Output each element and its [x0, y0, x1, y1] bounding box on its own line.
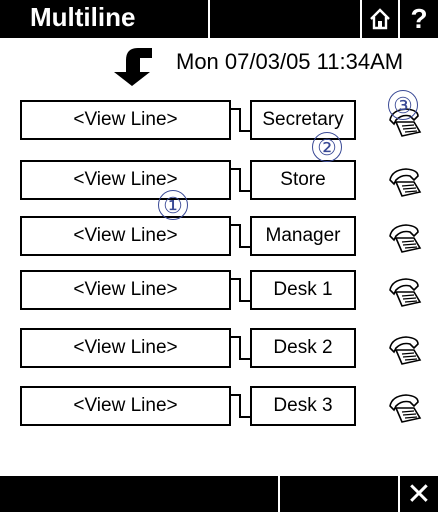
line-row: <View Line> Desk 3: [0, 386, 438, 430]
help-button[interactable]: ?: [400, 0, 438, 38]
line-label-button[interactable]: Manager: [250, 216, 356, 256]
view-line-button[interactable]: <View Line>: [20, 216, 231, 256]
page-title: Multiline: [30, 2, 136, 32]
close-button[interactable]: ✕: [400, 476, 438, 512]
line-row: <View Line> Desk 1: [0, 270, 438, 314]
callout-2: ②: [312, 132, 342, 162]
back-button[interactable]: [112, 46, 156, 86]
home-button[interactable]: [362, 0, 398, 38]
home-icon: [370, 8, 390, 30]
back-arrow-icon: [114, 48, 152, 86]
header-bar: Multiline ?: [0, 0, 438, 38]
view-line-button[interactable]: <View Line>: [20, 328, 231, 368]
datetime: Mon 07/03/05 11:34AM: [176, 49, 404, 74]
line-label-button[interactable]: Desk 2: [250, 328, 356, 368]
phone-icon[interactable]: [384, 390, 424, 424]
phone-icon[interactable]: [384, 332, 424, 366]
view-line-button[interactable]: <View Line>: [20, 386, 231, 426]
phone-icon[interactable]: [384, 220, 424, 254]
line-row: <View Line> Manager: [0, 216, 438, 260]
callout-1: ①: [158, 190, 188, 220]
phone-icon[interactable]: [384, 274, 424, 308]
view-line-button[interactable]: <View Line>: [20, 270, 231, 310]
line-row: <View Line> Store: [0, 160, 438, 204]
callout-3: ③: [388, 90, 418, 120]
line-label-button[interactable]: Desk 3: [250, 386, 356, 426]
view-line-button[interactable]: <View Line>: [20, 160, 231, 200]
footer-divider: [278, 476, 280, 512]
line-label-button[interactable]: Desk 1: [250, 270, 356, 310]
view-line-button[interactable]: <View Line>: [20, 100, 231, 140]
line-row: <View Line> Desk 2: [0, 328, 438, 372]
line-row: <View Line> Secretary: [0, 100, 438, 144]
header-divider: [208, 0, 210, 38]
phone-icon[interactable]: [384, 164, 424, 198]
footer-bar: ✕: [0, 476, 438, 512]
line-label-button[interactable]: Store: [250, 160, 356, 200]
line-label-button[interactable]: Secretary: [250, 100, 356, 140]
